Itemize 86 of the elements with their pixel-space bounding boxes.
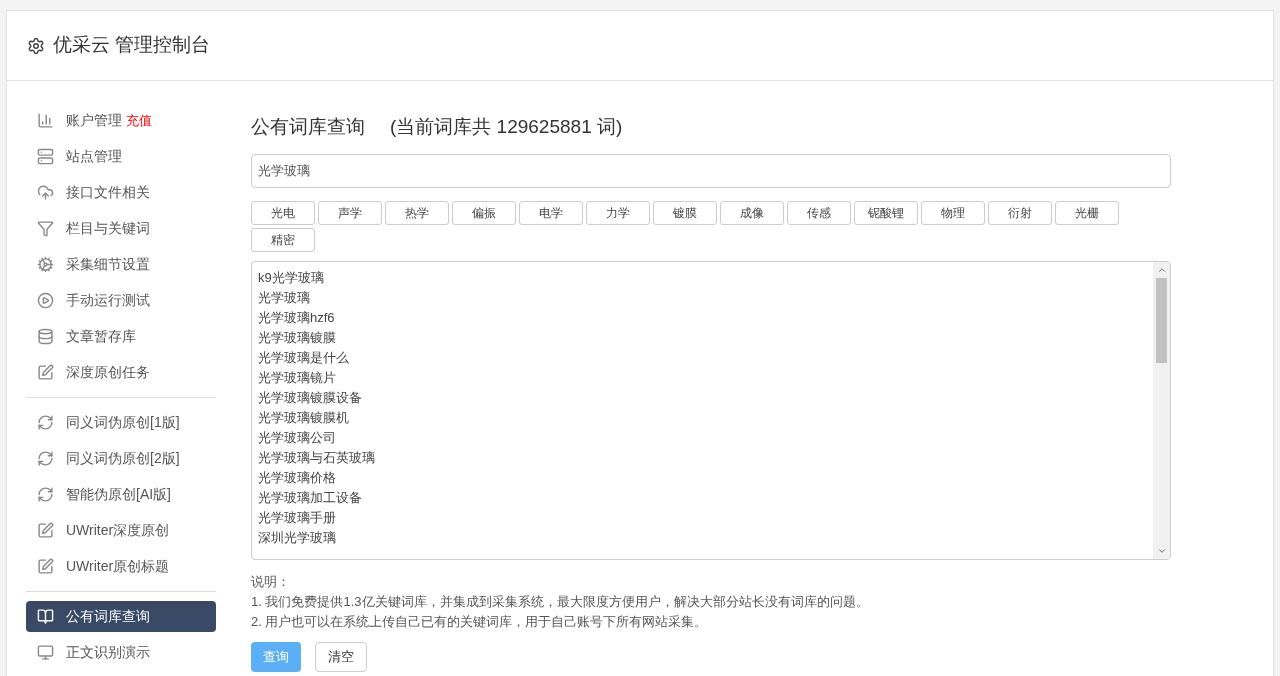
sidebar-item[interactable]: 接口文件相关	[26, 177, 216, 208]
result-line: 光学玻璃镜片	[258, 368, 337, 387]
sidebar-item[interactable]: UWriter深度原创	[26, 515, 216, 546]
sidebar-label: 站点管理	[66, 147, 122, 166]
server-icon	[37, 148, 54, 165]
settings-icon	[27, 36, 45, 55]
word-count: (当前词库共 129625881 词)	[390, 115, 623, 139]
tag-button[interactable]: 铌酸锂	[854, 200, 918, 225]
sidebar-label: 公有词库查询	[66, 607, 150, 626]
cloud-upload-icon	[37, 184, 54, 201]
sidebar-item[interactable]: 同义词伪原创[2版]	[26, 443, 216, 474]
sidebar-label: 接口文件相关	[66, 183, 150, 202]
search-field[interactable]: 光学玻璃	[251, 153, 1171, 188]
sidebar-label: UWriter深度原创	[66, 521, 170, 540]
tag-button[interactable]: 镀膜	[653, 200, 717, 225]
sidebar-item[interactable]: 手动运行测试	[26, 285, 216, 316]
tag-button[interactable]: 电学	[519, 200, 583, 225]
filter-icon	[37, 220, 54, 237]
sidebar-item[interactable]: 栏目与关键词	[26, 213, 216, 244]
sidebar-item[interactable]: 公有词库查询	[26, 601, 216, 632]
tag-button[interactable]: 物理	[921, 200, 985, 225]
result-line: 光学玻璃与石英玻璃	[258, 448, 376, 467]
monitor-icon	[37, 644, 54, 661]
sidebar-item[interactable]: 正文识别演示	[26, 637, 216, 668]
tag-button[interactable]: 传感	[787, 200, 851, 225]
refresh-icon	[37, 414, 54, 431]
result-line: 光学玻璃镀膜设备	[258, 388, 363, 407]
sidebar-label: UWriter原创标题	[66, 557, 170, 576]
scrollbar[interactable]	[1153, 261, 1170, 559]
edit-icon	[37, 558, 54, 575]
sidebar-item[interactable]: 智能伪原创[AI版]	[26, 479, 216, 510]
result-line: 光学玻璃公司	[258, 428, 337, 447]
result-line: 光学玻璃hzf6	[258, 308, 336, 327]
sidebar-label: 同义词伪原创[2版]	[66, 449, 180, 468]
result-line: k9光学玻璃	[258, 268, 325, 287]
tag-button[interactable]: 偏振	[452, 200, 516, 225]
sidebar-item[interactable]: UWriter原创标题	[26, 551, 216, 582]
refresh-icon	[37, 486, 54, 503]
scroll-thumb[interactable]	[1156, 277, 1167, 363]
sidebar-item[interactable]: 采集细节设置	[26, 249, 216, 280]
sidebar-label: 账户管理	[66, 111, 122, 130]
result-line: 深圳光学玻璃	[258, 528, 337, 547]
note-text: 1. 我们免费提供1.3亿关键词库，并集成到采集系统，最大限度方便用户，解决大部分站长没有词库的问题。	[251, 592, 870, 611]
play-icon	[37, 292, 54, 309]
bar-chart-icon	[37, 112, 54, 129]
result-line: 光学玻璃价格	[258, 468, 337, 487]
result-line: 光学玻璃加工设备	[258, 488, 363, 507]
sidebar-label: 采集细节设置	[66, 255, 150, 274]
note-text: 2. 用户也可以在系统上传自己已有的关键词库，用于自己账号下所有网站采集。	[251, 612, 709, 631]
tag-button[interactable]: 精密	[251, 227, 315, 252]
book-icon	[37, 608, 54, 625]
sidebar-label: 同义词伪原创[1版]	[66, 413, 180, 432]
sidebar-label: 文章暂存库	[66, 327, 136, 346]
sidebar-item[interactable]: 账户管理 充值	[26, 105, 216, 136]
tag-button[interactable]: 光栅	[1055, 200, 1119, 225]
tag-button[interactable]: 声学	[318, 200, 382, 225]
recharge-link[interactable]: 充值	[126, 110, 152, 131]
sidebar-item[interactable]: 文章暂存库	[26, 321, 216, 352]
sidebar-label: 正文识别演示	[66, 643, 150, 662]
sidebar-item[interactable]: 深度原创任务	[26, 357, 216, 388]
tag-button[interactable]: 衍射	[988, 200, 1052, 225]
gears-icon	[37, 256, 54, 273]
console-title: 优采云 管理控制台	[53, 33, 211, 58]
results-box[interactable]: k9光学玻璃 光学玻璃 光学玻璃hzf6 光学玻璃镀膜 光学玻璃是什么 光学玻璃镜片 光学玻璃镀膜设备 光学玻璃镀膜机 光学玻璃公司 光学玻璃与石英玻璃 光学玻璃价格 光学玻璃加工设备 光学玻璃手册 深圳光学玻璃	[251, 260, 1171, 560]
sidebar-label: 深度原创任务	[66, 363, 150, 382]
sidebar-label: 智能伪原创[AI版]	[66, 485, 171, 504]
result-line: 光学玻璃镀膜	[258, 328, 337, 347]
result-line: 光学玻璃	[258, 288, 311, 307]
refresh-icon	[37, 450, 54, 467]
tag-button[interactable]: 力学	[586, 200, 650, 225]
sidebar-label: 栏目与关键词	[66, 219, 150, 238]
notes-title: 说明：	[251, 572, 291, 591]
result-line: 光学玻璃是什么	[258, 348, 350, 367]
sidebar-item[interactable]: 同义词伪原创[1版]	[26, 407, 216, 438]
tag-button[interactable]: 热学	[385, 200, 449, 225]
result-line: 光学玻璃手册	[258, 508, 337, 527]
database-icon	[37, 328, 54, 345]
tag-button[interactable]: 成像	[720, 200, 784, 225]
edit-icon	[37, 364, 54, 381]
sidebar-item[interactable]: 站点管理	[26, 141, 216, 172]
clear-button[interactable]: 清空	[315, 641, 367, 672]
result-line: 光学玻璃镀膜机	[258, 408, 350, 427]
tag-button[interactable]: 光电	[251, 200, 315, 225]
sidebar-label: 手动运行测试	[66, 291, 150, 310]
page-title: 公有词库查询	[251, 115, 365, 139]
edit-icon	[37, 522, 54, 539]
